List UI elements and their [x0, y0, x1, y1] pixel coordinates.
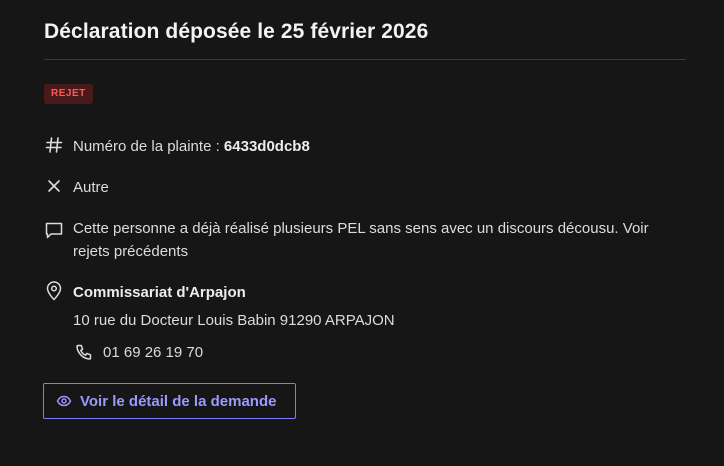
declaration-card: Déclaration déposée le 25 février 2026 R…	[43, 0, 686, 466]
station-row: Commissariat d'Arpajon	[44, 281, 246, 304]
station-address: 10 rue du Docteur Louis Babin 91290 ARPA…	[73, 312, 395, 329]
complaint-number-value: 6433d0dcb8	[223, 138, 310, 155]
station-name: Commissariat d'Arpajon	[73, 284, 246, 301]
view-request-details-label: Voir le détail de la demande	[80, 392, 277, 410]
complaint-number-row: Numéro de la plainte : 6433d0dcb8	[44, 135, 310, 158]
page-title: Déclaration déposée le 25 février 2026	[44, 20, 429, 43]
comment-icon	[44, 220, 64, 240]
location-pin-icon	[44, 281, 64, 301]
phone-icon	[74, 342, 94, 362]
category-row: Autre	[44, 176, 109, 199]
divider	[44, 59, 686, 60]
comment-row: Cette personne a déjà réalisé plusieurs …	[44, 217, 683, 263]
complaint-number-label: Numéro de la plainte :	[73, 138, 220, 155]
phone-number[interactable]: 01 69 26 19 70	[103, 344, 203, 361]
category-text: Autre	[73, 179, 109, 196]
eye-icon	[56, 393, 72, 409]
phone-row: 01 69 26 19 70	[74, 342, 203, 362]
complaint-number-text: Numéro de la plainte : 6433d0dcb8	[73, 135, 310, 158]
hash-icon	[44, 135, 64, 155]
status-badge: REJET	[44, 84, 93, 104]
comment-text: Cette personne a déjà réalisé plusieurs …	[73, 220, 649, 260]
view-request-details-button[interactable]: Voir le détail de la demande	[43, 383, 296, 419]
close-icon	[44, 176, 64, 196]
